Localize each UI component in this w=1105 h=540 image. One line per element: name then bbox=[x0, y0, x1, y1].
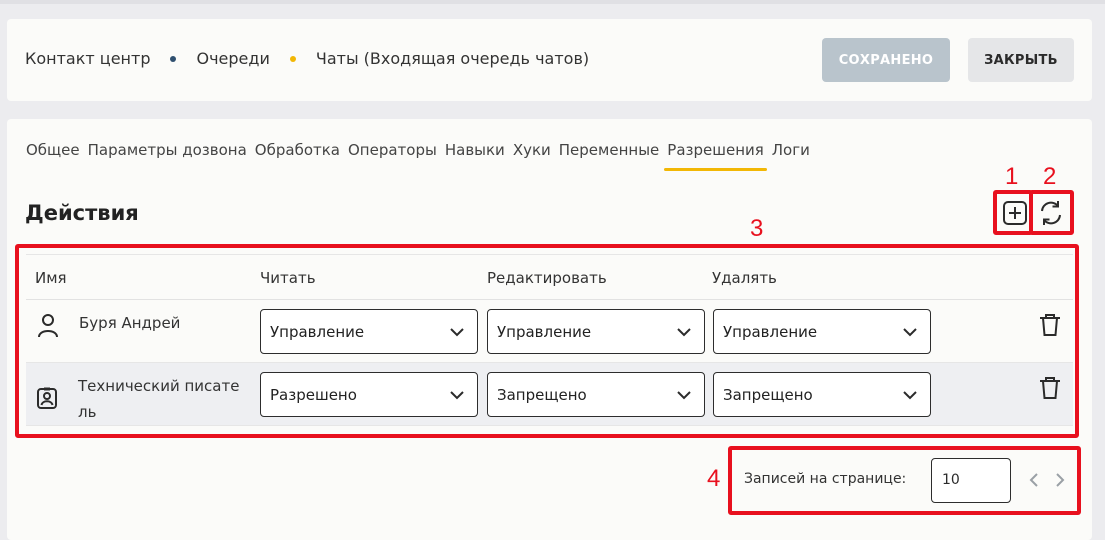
tab-permissions[interactable]: Разрешения bbox=[664, 141, 767, 171]
close-button[interactable]: ЗАКРЫТЬ bbox=[968, 38, 1074, 82]
tab-variables[interactable]: Переменные bbox=[559, 141, 660, 169]
tab-processing[interactable]: Обработка bbox=[255, 141, 340, 169]
annotation-number-1: 1 bbox=[1005, 163, 1019, 190]
annotation-box-2 bbox=[1029, 190, 1074, 235]
tab-dial-params[interactable]: Параметры дозвона bbox=[88, 141, 247, 169]
top-divider bbox=[0, 0, 1105, 4]
section-title: Действия bbox=[25, 201, 139, 225]
header-card: Контакт центр Очереди Чаты (Входящая оче… bbox=[7, 19, 1092, 101]
tab-operators[interactable]: Операторы bbox=[348, 141, 437, 169]
breadcrumb-separator-dot bbox=[289, 55, 296, 62]
breadcrumb-item-contact-center[interactable]: Контакт центр bbox=[25, 49, 150, 68]
tab-bar: Общее Параметры дозвона Обработка Операт… bbox=[26, 141, 818, 171]
annotation-box-3 bbox=[15, 244, 1079, 438]
saved-button[interactable]: СОХРАНЕНО bbox=[822, 38, 950, 82]
tab-hooks[interactable]: Хуки bbox=[513, 141, 551, 169]
annotation-number-4: 4 bbox=[707, 465, 721, 492]
tab-logs[interactable]: Логи bbox=[772, 141, 810, 169]
annotation-box-4 bbox=[728, 446, 1081, 515]
breadcrumb-separator-dot bbox=[170, 55, 177, 62]
annotation-box-1 bbox=[993, 190, 1033, 235]
breadcrumb: Контакт центр Очереди Чаты (Входящая оче… bbox=[25, 49, 589, 68]
breadcrumb-item-queues[interactable]: Очереди bbox=[196, 49, 269, 68]
annotation-number-2: 2 bbox=[1043, 163, 1057, 190]
annotation-number-3: 3 bbox=[750, 215, 764, 242]
tab-general[interactable]: Общее bbox=[26, 141, 80, 169]
tab-skills[interactable]: Навыки bbox=[445, 141, 505, 169]
breadcrumb-item-current: Чаты (Входящая очередь чатов) bbox=[315, 49, 590, 68]
